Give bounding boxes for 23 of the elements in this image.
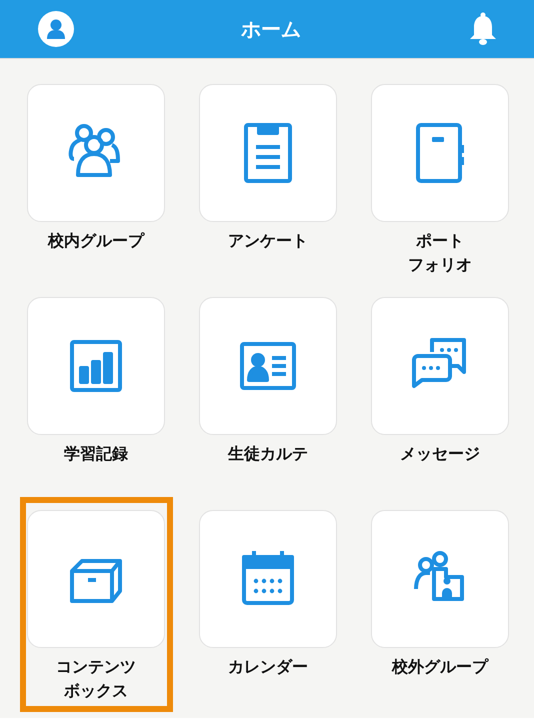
menu-item[interactable]: ポート フォリオ: [364, 71, 517, 286]
menu-label: メッセージ: [400, 443, 480, 465]
menu-label: ボックス: [64, 680, 128, 702]
menu-item[interactable]: 生徒カルテ: [192, 284, 345, 499]
menu-item[interactable]: 校内グループ: [20, 71, 173, 286]
menu-label: フォリオ: [408, 254, 472, 276]
menu-item[interactable]: 学習記録: [20, 284, 173, 499]
menu-label: 学習記録: [64, 443, 128, 465]
menu-label: 校外グループ: [392, 656, 488, 678]
page-title: ホーム: [241, 16, 301, 42]
menu-item[interactable]: カレンダー: [192, 497, 345, 712]
menu-item[interactable]: コンテンツ ボックス: [20, 497, 173, 712]
menu-item[interactable]: アンケート: [192, 71, 345, 286]
bell-icon[interactable]: [468, 12, 498, 46]
menu-label: 校内グループ: [48, 230, 144, 252]
menu-label: アンケート: [228, 230, 308, 252]
menu-label: コンテンツ: [56, 656, 136, 678]
menu-item[interactable]: 校外グループ: [364, 497, 517, 712]
menu-item[interactable]: メッセージ: [364, 284, 517, 499]
menu-label: カレンダー: [228, 656, 308, 678]
avatar-icon[interactable]: [38, 11, 74, 47]
menu-label: ポート: [416, 230, 464, 252]
menu-label: 生徒カルテ: [228, 443, 308, 465]
